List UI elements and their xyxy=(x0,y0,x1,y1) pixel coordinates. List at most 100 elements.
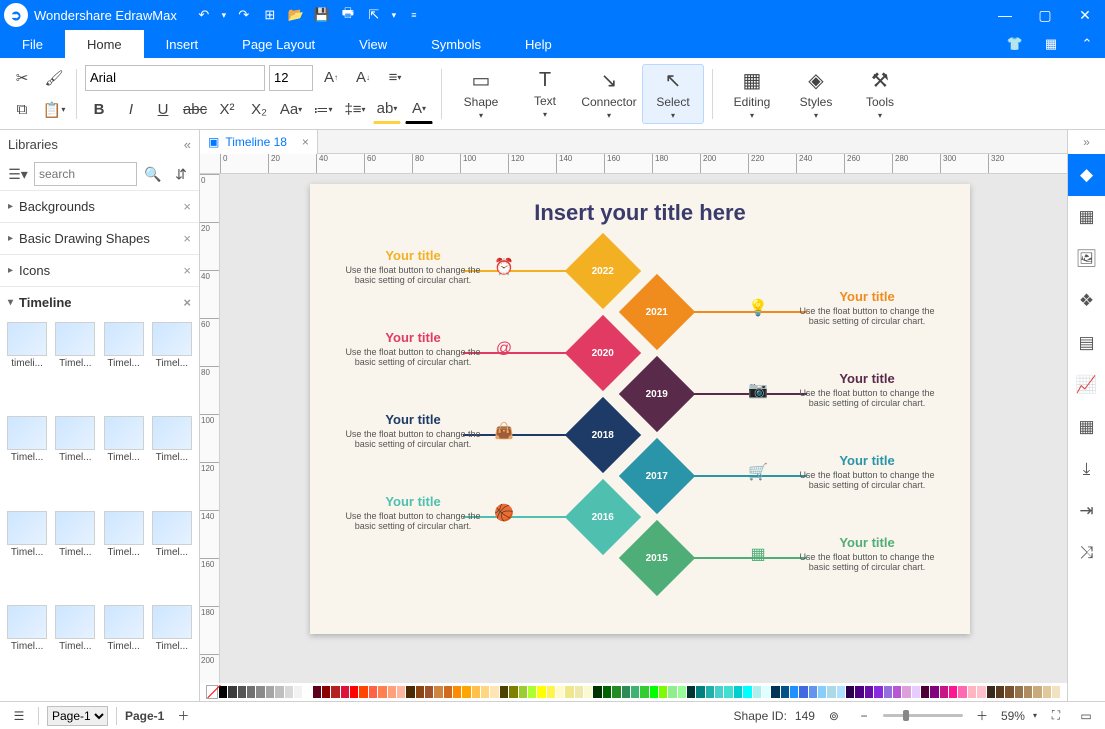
color-swatch[interactable] xyxy=(537,686,545,698)
styles-tool[interactable]: ◈Styles▾ xyxy=(785,64,847,124)
color-swatch[interactable] xyxy=(1005,686,1013,698)
color-swatch[interactable] xyxy=(612,686,620,698)
color-swatch[interactable] xyxy=(434,686,442,698)
color-swatch[interactable] xyxy=(837,686,845,698)
color-swatch[interactable] xyxy=(425,686,433,698)
library-thumb[interactable]: Timel... xyxy=(52,511,98,603)
color-swatch[interactable] xyxy=(996,686,1004,698)
color-swatch[interactable] xyxy=(247,686,255,698)
shirt-icon[interactable]: 👕 xyxy=(997,30,1033,58)
color-swatch[interactable] xyxy=(509,686,517,698)
color-swatch[interactable] xyxy=(706,686,714,698)
color-swatch[interactable] xyxy=(977,686,985,698)
underline-button[interactable]: U xyxy=(149,96,177,124)
minimize-button[interactable]: — xyxy=(985,0,1025,30)
chart-panel-button[interactable]: 📈 xyxy=(1068,364,1105,406)
subscript-button[interactable]: X₂ xyxy=(245,96,273,124)
horizontal-ruler[interactable]: 0204060801001201401601802002202402602803… xyxy=(200,154,1067,174)
color-swatch[interactable] xyxy=(902,686,910,698)
library-thumb[interactable]: Timel... xyxy=(149,511,195,603)
color-swatch[interactable] xyxy=(884,686,892,698)
color-swatch[interactable] xyxy=(369,686,377,698)
color-swatch[interactable] xyxy=(228,686,236,698)
presentation-icon[interactable]: ⊚ xyxy=(823,705,845,727)
strikethrough-button[interactable]: abc xyxy=(181,96,209,124)
paste-button[interactable]: 📋▾ xyxy=(40,96,68,124)
close-icon[interactable]: × xyxy=(183,199,191,214)
color-swatch[interactable] xyxy=(855,686,863,698)
close-tab-icon[interactable]: × xyxy=(302,135,309,149)
color-swatch[interactable] xyxy=(584,686,592,698)
color-swatch[interactable] xyxy=(556,686,564,698)
color-swatch[interactable] xyxy=(266,686,274,698)
table-panel-button[interactable]: ▦ xyxy=(1068,406,1105,448)
close-button[interactable]: ✕ xyxy=(1065,0,1105,30)
shuffle-panel-button[interactable]: ⤨ xyxy=(1068,532,1105,574)
color-swatch[interactable] xyxy=(912,686,920,698)
color-swatch[interactable] xyxy=(238,686,246,698)
library-settings-icon[interactable]: ⇵ xyxy=(169,162,193,186)
color-swatch[interactable] xyxy=(397,686,405,698)
color-swatch[interactable] xyxy=(809,686,817,698)
undo-button[interactable]: ↶ xyxy=(191,2,217,28)
color-swatch[interactable] xyxy=(678,686,686,698)
color-swatch[interactable] xyxy=(949,686,957,698)
color-swatch[interactable] xyxy=(631,686,639,698)
color-swatch[interactable] xyxy=(256,686,264,698)
new-button[interactable]: ⊞ xyxy=(257,2,283,28)
library-thumb[interactable]: Timel... xyxy=(4,605,50,697)
color-swatch[interactable] xyxy=(593,686,601,698)
library-category[interactable]: ▸Basic Drawing Shapes× xyxy=(0,222,199,254)
highlight-button[interactable]: ab▾ xyxy=(373,96,401,124)
open-button[interactable]: 📂 xyxy=(283,2,309,28)
format-painter-button[interactable]: 🖌 xyxy=(40,64,68,92)
document-tab[interactable]: ▣ Timeline 18 × xyxy=(200,130,318,154)
copy-button[interactable]: ⧉ xyxy=(8,96,36,124)
italic-button[interactable]: I xyxy=(117,96,145,124)
color-swatch[interactable] xyxy=(416,686,424,698)
color-swatch[interactable] xyxy=(687,686,695,698)
color-swatch[interactable] xyxy=(781,686,789,698)
tab-page-layout[interactable]: Page Layout xyxy=(220,30,337,58)
canvas-viewport[interactable]: Insert your title here 2022⏰Your titleUs… xyxy=(220,174,1067,683)
tab-symbols[interactable]: Symbols xyxy=(409,30,503,58)
add-page-button[interactable]: ＋ xyxy=(172,705,194,727)
color-swatch[interactable] xyxy=(958,686,966,698)
color-swatch[interactable] xyxy=(659,686,667,698)
color-swatch[interactable] xyxy=(565,686,573,698)
align-panel-button[interactable]: ⇥ xyxy=(1068,490,1105,532)
branch-text[interactable]: Your titleUse the float button to change… xyxy=(343,248,483,285)
color-swatch[interactable] xyxy=(640,686,648,698)
fit-page-icon[interactable]: ⛶ xyxy=(1045,705,1067,727)
color-swatch[interactable] xyxy=(481,686,489,698)
zoom-out-button[interactable]: − xyxy=(853,705,875,727)
color-swatch[interactable] xyxy=(341,686,349,698)
no-fill-swatch[interactable] xyxy=(206,685,218,699)
color-swatch[interactable] xyxy=(313,686,321,698)
close-icon[interactable]: × xyxy=(183,231,191,246)
color-swatch[interactable] xyxy=(350,686,358,698)
color-swatch[interactable] xyxy=(388,686,396,698)
library-thumb[interactable]: Timel... xyxy=(149,322,195,414)
color-swatch[interactable] xyxy=(378,686,386,698)
page-select[interactable]: Page-1 xyxy=(47,706,108,726)
color-swatch[interactable] xyxy=(650,686,658,698)
collapse-libraries-icon[interactable]: « xyxy=(184,137,191,152)
color-swatch[interactable] xyxy=(799,686,807,698)
color-swatch[interactable] xyxy=(668,686,676,698)
color-swatch[interactable] xyxy=(603,686,611,698)
library-category[interactable]: ▾Timeline× xyxy=(0,286,199,318)
color-swatch[interactable] xyxy=(893,686,901,698)
color-swatch[interactable] xyxy=(528,686,536,698)
color-swatch[interactable] xyxy=(575,686,583,698)
library-thumb[interactable]: Timel... xyxy=(52,605,98,697)
tab-home[interactable]: Home xyxy=(65,30,144,58)
image-panel-button[interactable]: 🖼 xyxy=(1068,238,1105,280)
font-family-select[interactable] xyxy=(85,65,265,91)
color-swatch[interactable] xyxy=(874,686,882,698)
export-panel-button[interactable]: ⤓ xyxy=(1068,448,1105,490)
connector-tool[interactable]: ↘Connector▾ xyxy=(578,64,640,124)
color-swatch[interactable] xyxy=(490,686,498,698)
redo-button[interactable]: ↷ xyxy=(231,2,257,28)
library-thumb[interactable]: Timel... xyxy=(149,416,195,508)
